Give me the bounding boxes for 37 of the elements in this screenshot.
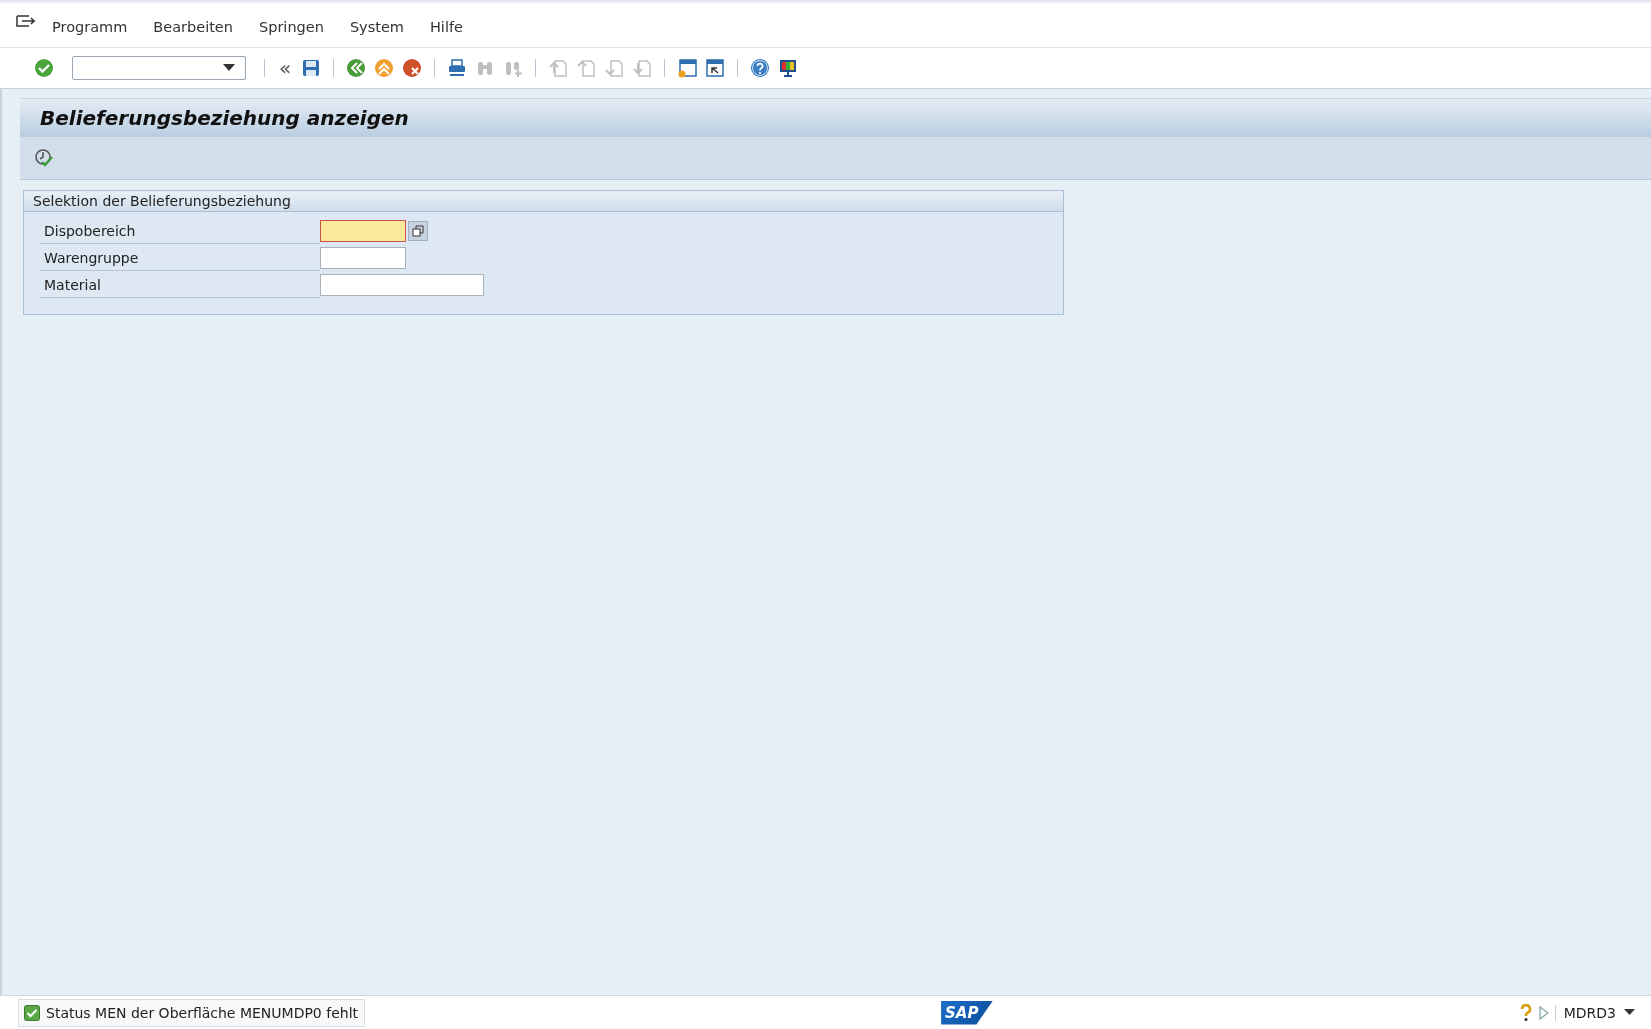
menu-item[interactable]: Programm bbox=[52, 12, 128, 35]
value-help-button[interactable] bbox=[408, 220, 428, 241]
system-field[interactable]: MDRD3 bbox=[1554, 1004, 1635, 1021]
back-icon[interactable] bbox=[346, 58, 367, 78]
question-icon[interactable] bbox=[1518, 1003, 1533, 1022]
menu-item[interactable]: Bearbeiten bbox=[153, 12, 233, 35]
input-field[interactable] bbox=[320, 219, 406, 242]
field-label: Material bbox=[40, 271, 320, 298]
dropdown-icon[interactable] bbox=[1624, 1009, 1635, 1016]
exit-icon[interactable] bbox=[374, 58, 395, 78]
help-icon[interactable] bbox=[750, 58, 771, 78]
execute-icon[interactable] bbox=[34, 148, 54, 168]
screen-title: Belieferungsbeziehung anzeigen bbox=[20, 98, 1651, 137]
system-name: MDRD3 bbox=[1563, 1004, 1616, 1021]
group-title: Selektion der Belieferungsbeziehung bbox=[24, 191, 1063, 212]
dropdown-icon[interactable] bbox=[223, 64, 235, 72]
menu-item[interactable]: Springen bbox=[259, 12, 324, 35]
check-icon[interactable] bbox=[34, 58, 54, 78]
message-text: Status MEN der Oberfläche MENUMDP0 fehlt bbox=[46, 1004, 359, 1021]
menu-item[interactable]: Hilfe bbox=[429, 12, 463, 35]
collapse-button[interactable]: « bbox=[279, 58, 292, 78]
new-window-icon[interactable] bbox=[677, 58, 698, 78]
status-message[interactable]: Status MEN der Oberfläche MENUMDP0 fehlt bbox=[18, 998, 366, 1027]
field-label: Warengruppe bbox=[40, 244, 320, 271]
save-icon[interactable] bbox=[301, 58, 322, 78]
play-icon[interactable] bbox=[1538, 1005, 1549, 1020]
monitor-icon[interactable] bbox=[778, 58, 799, 78]
menu-item[interactable]: System bbox=[349, 12, 404, 35]
sap-logo: SAP bbox=[941, 1000, 994, 1025]
command-field[interactable] bbox=[72, 56, 246, 80]
input-field[interactable] bbox=[320, 246, 406, 269]
field-label: Dispobereich bbox=[40, 217, 320, 244]
print-icon[interactable] bbox=[447, 58, 468, 78]
input-field[interactable] bbox=[320, 273, 484, 296]
shortcut-icon[interactable] bbox=[705, 58, 726, 78]
copy-icon bbox=[412, 224, 424, 237]
cancel-icon[interactable] bbox=[402, 58, 423, 78]
